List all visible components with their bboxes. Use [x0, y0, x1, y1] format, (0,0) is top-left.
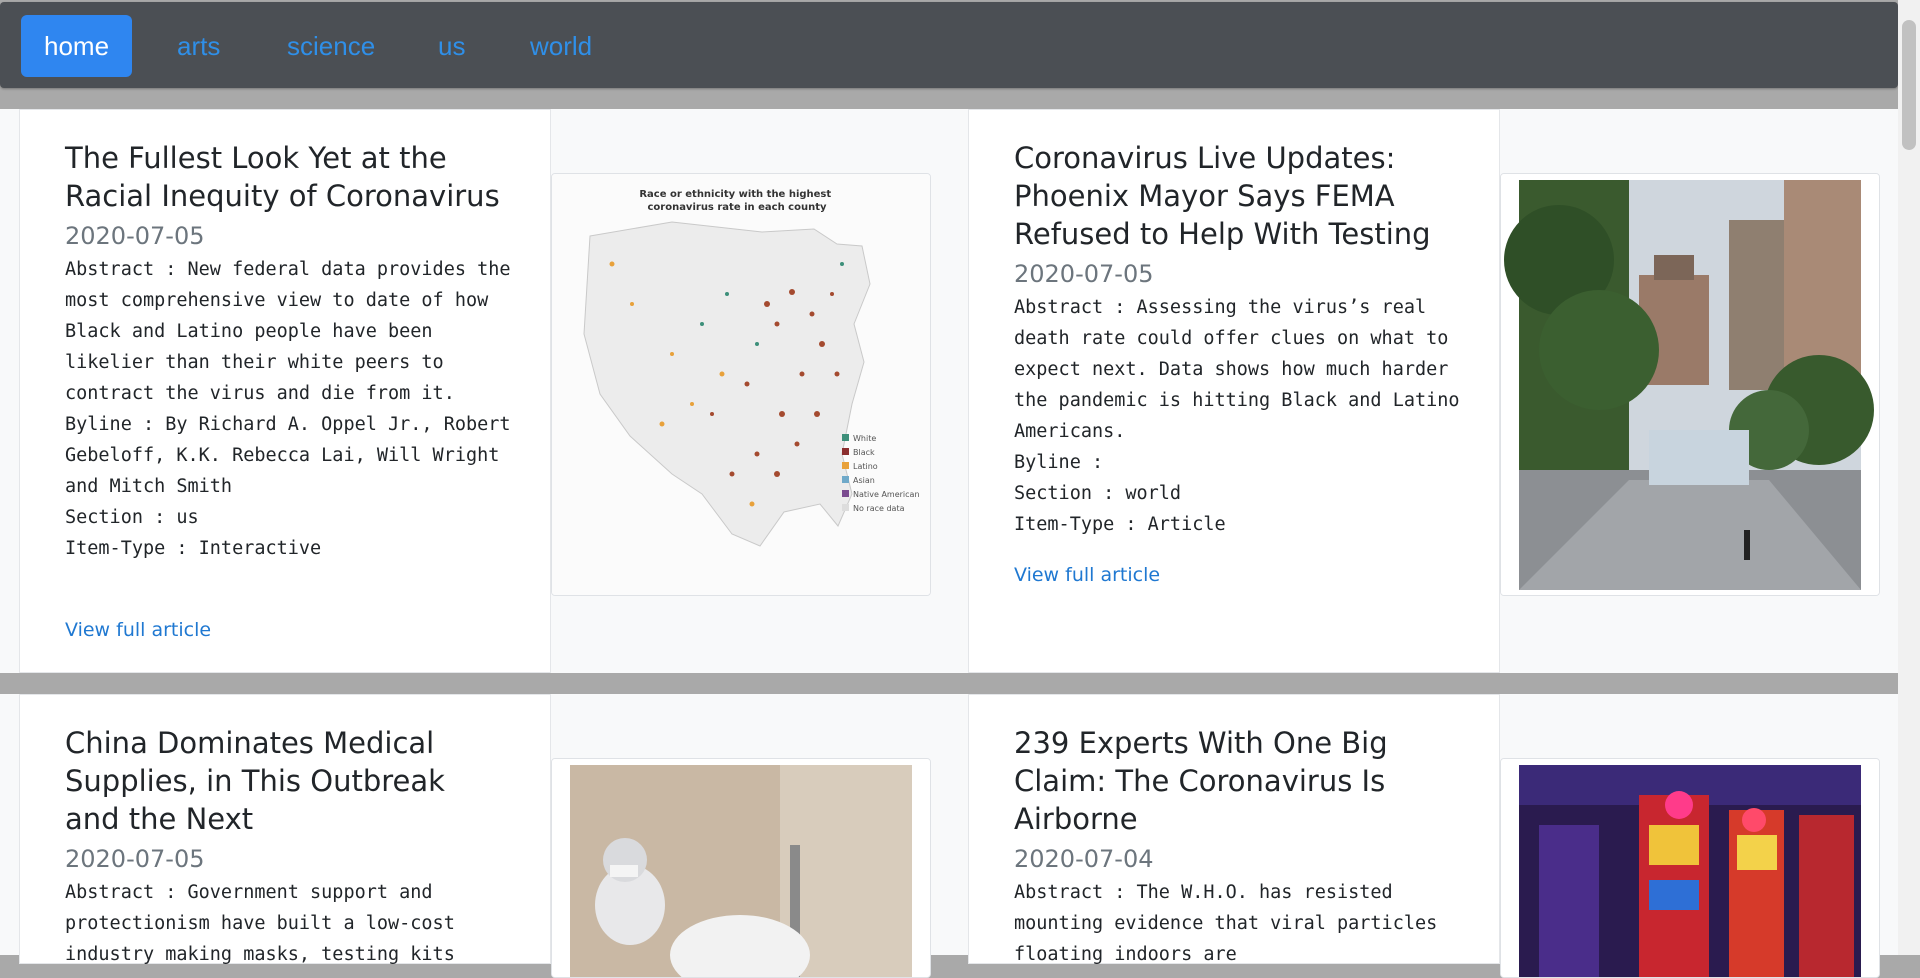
legend-swatch — [842, 476, 849, 483]
article-image: Race or ethnicity with the highest coron… — [551, 173, 931, 596]
article-byline: Byline : — [1014, 452, 1104, 473]
article-image — [1500, 173, 1880, 596]
article-abstract: Abstract : Assessing the virus’s real de… — [1014, 297, 1471, 442]
article-details: Abstract : Assessing the virus’s real de… — [1014, 292, 1464, 540]
nav-science[interactable]: science — [287, 15, 375, 77]
vertical-scrollbar[interactable] — [1898, 0, 1920, 955]
nav-us[interactable]: us — [438, 15, 465, 77]
nav-arts[interactable]: arts — [177, 15, 220, 77]
article-section: Section : world — [1014, 483, 1182, 504]
nav-world[interactable]: world — [530, 15, 592, 77]
article-image — [1500, 758, 1880, 978]
legend-label: Native American — [853, 490, 920, 499]
article-card: The Fullest Look Yet at the Racial Inequ… — [19, 109, 551, 673]
article-title: The Fullest Look Yet at the Racial Inequ… — [65, 141, 500, 213]
legend-swatch — [842, 504, 849, 511]
view-full-article-link[interactable]: View full article — [1014, 564, 1160, 586]
map-title-line: coronavirus rate in each county — [647, 202, 827, 213]
legend-swatch — [842, 490, 849, 497]
article-card: 239 Experts With One Big Claim: The Coro… — [968, 694, 1500, 965]
article-image — [551, 758, 931, 978]
article-card: China Dominates Medical Supplies, in Thi… — [19, 694, 551, 965]
article-date: 2020-07-05 — [1014, 260, 1154, 288]
article-item-type: Item-Type : Article — [1014, 514, 1226, 535]
legend-label: Asian — [853, 476, 875, 485]
article-abstract: Abstract : Government support and protec… — [65, 882, 466, 965]
article-abstract: Abstract : New federal data provides the… — [65, 259, 522, 404]
nav-home[interactable]: home — [21, 15, 133, 77]
phoenix-plaza-image — [1501, 174, 1879, 595]
article-card: Coronavirus Live Updates: Phoenix Mayor … — [968, 109, 1500, 673]
legend-swatch — [842, 434, 849, 441]
article-title: 239 Experts With One Big Claim: The Coro… — [1014, 726, 1388, 836]
article-item-type: Item-Type : Interactive — [65, 538, 322, 559]
article-byline: Byline : By Richard A. Oppel Jr., Robert… — [65, 414, 522, 497]
article-abstract: Abstract : The W.H.O. has resisted mount… — [1014, 882, 1449, 965]
legend-label: No race data — [853, 504, 905, 513]
legend-swatch — [842, 448, 849, 455]
top-navbar: home arts science us world — [0, 2, 1898, 88]
legend-label: Black — [853, 448, 875, 457]
article-title: China Dominates Medical Supplies, in Thi… — [65, 726, 445, 836]
legend-swatch — [842, 462, 849, 469]
article-details: Abstract : New federal data provides the… — [65, 254, 515, 564]
medical-supplies-image — [552, 759, 930, 977]
legend-label: Latino — [853, 462, 878, 471]
scrollbar-thumb[interactable] — [1902, 20, 1916, 150]
legend-label: White — [853, 434, 876, 443]
article-section: Section : us — [65, 507, 199, 528]
us-map-image: Race or ethnicity with the highest coron… — [552, 174, 930, 595]
map-title-line: Race or ethnicity with the highest — [639, 189, 831, 200]
article-date: 2020-07-05 — [65, 222, 205, 250]
article-row: The Fullest Look Yet at the Racial Inequ… — [0, 109, 1898, 673]
article-title: Coronavirus Live Updates: Phoenix Mayor … — [1014, 141, 1431, 251]
article-date: 2020-07-04 — [1014, 845, 1154, 873]
article-row: China Dominates Medical Supplies, in Thi… — [0, 694, 1898, 978]
article-date: 2020-07-05 — [65, 845, 205, 873]
casino-image — [1501, 759, 1879, 977]
view-full-article-link[interactable]: View full article — [65, 619, 211, 641]
